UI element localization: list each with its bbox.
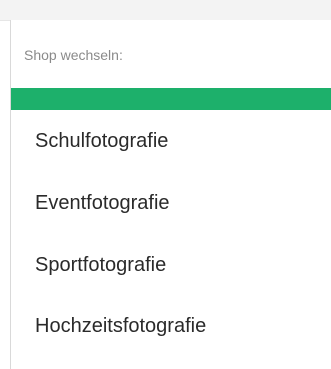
shop-item-schulfotografie[interactable]: Schulfotografie: [35, 130, 168, 153]
top-strip: [0, 0, 331, 21]
shop-item-sportfotografie[interactable]: Sportfotografie: [35, 254, 166, 277]
shop-item-hochzeitsfotografie[interactable]: Hochzeitsfotografie: [35, 315, 206, 338]
dropdown-header: Shop wechseln:: [24, 47, 123, 63]
accent-bar: [11, 88, 331, 110]
shop-item-eventfotografie[interactable]: Eventfotografie: [35, 192, 170, 215]
